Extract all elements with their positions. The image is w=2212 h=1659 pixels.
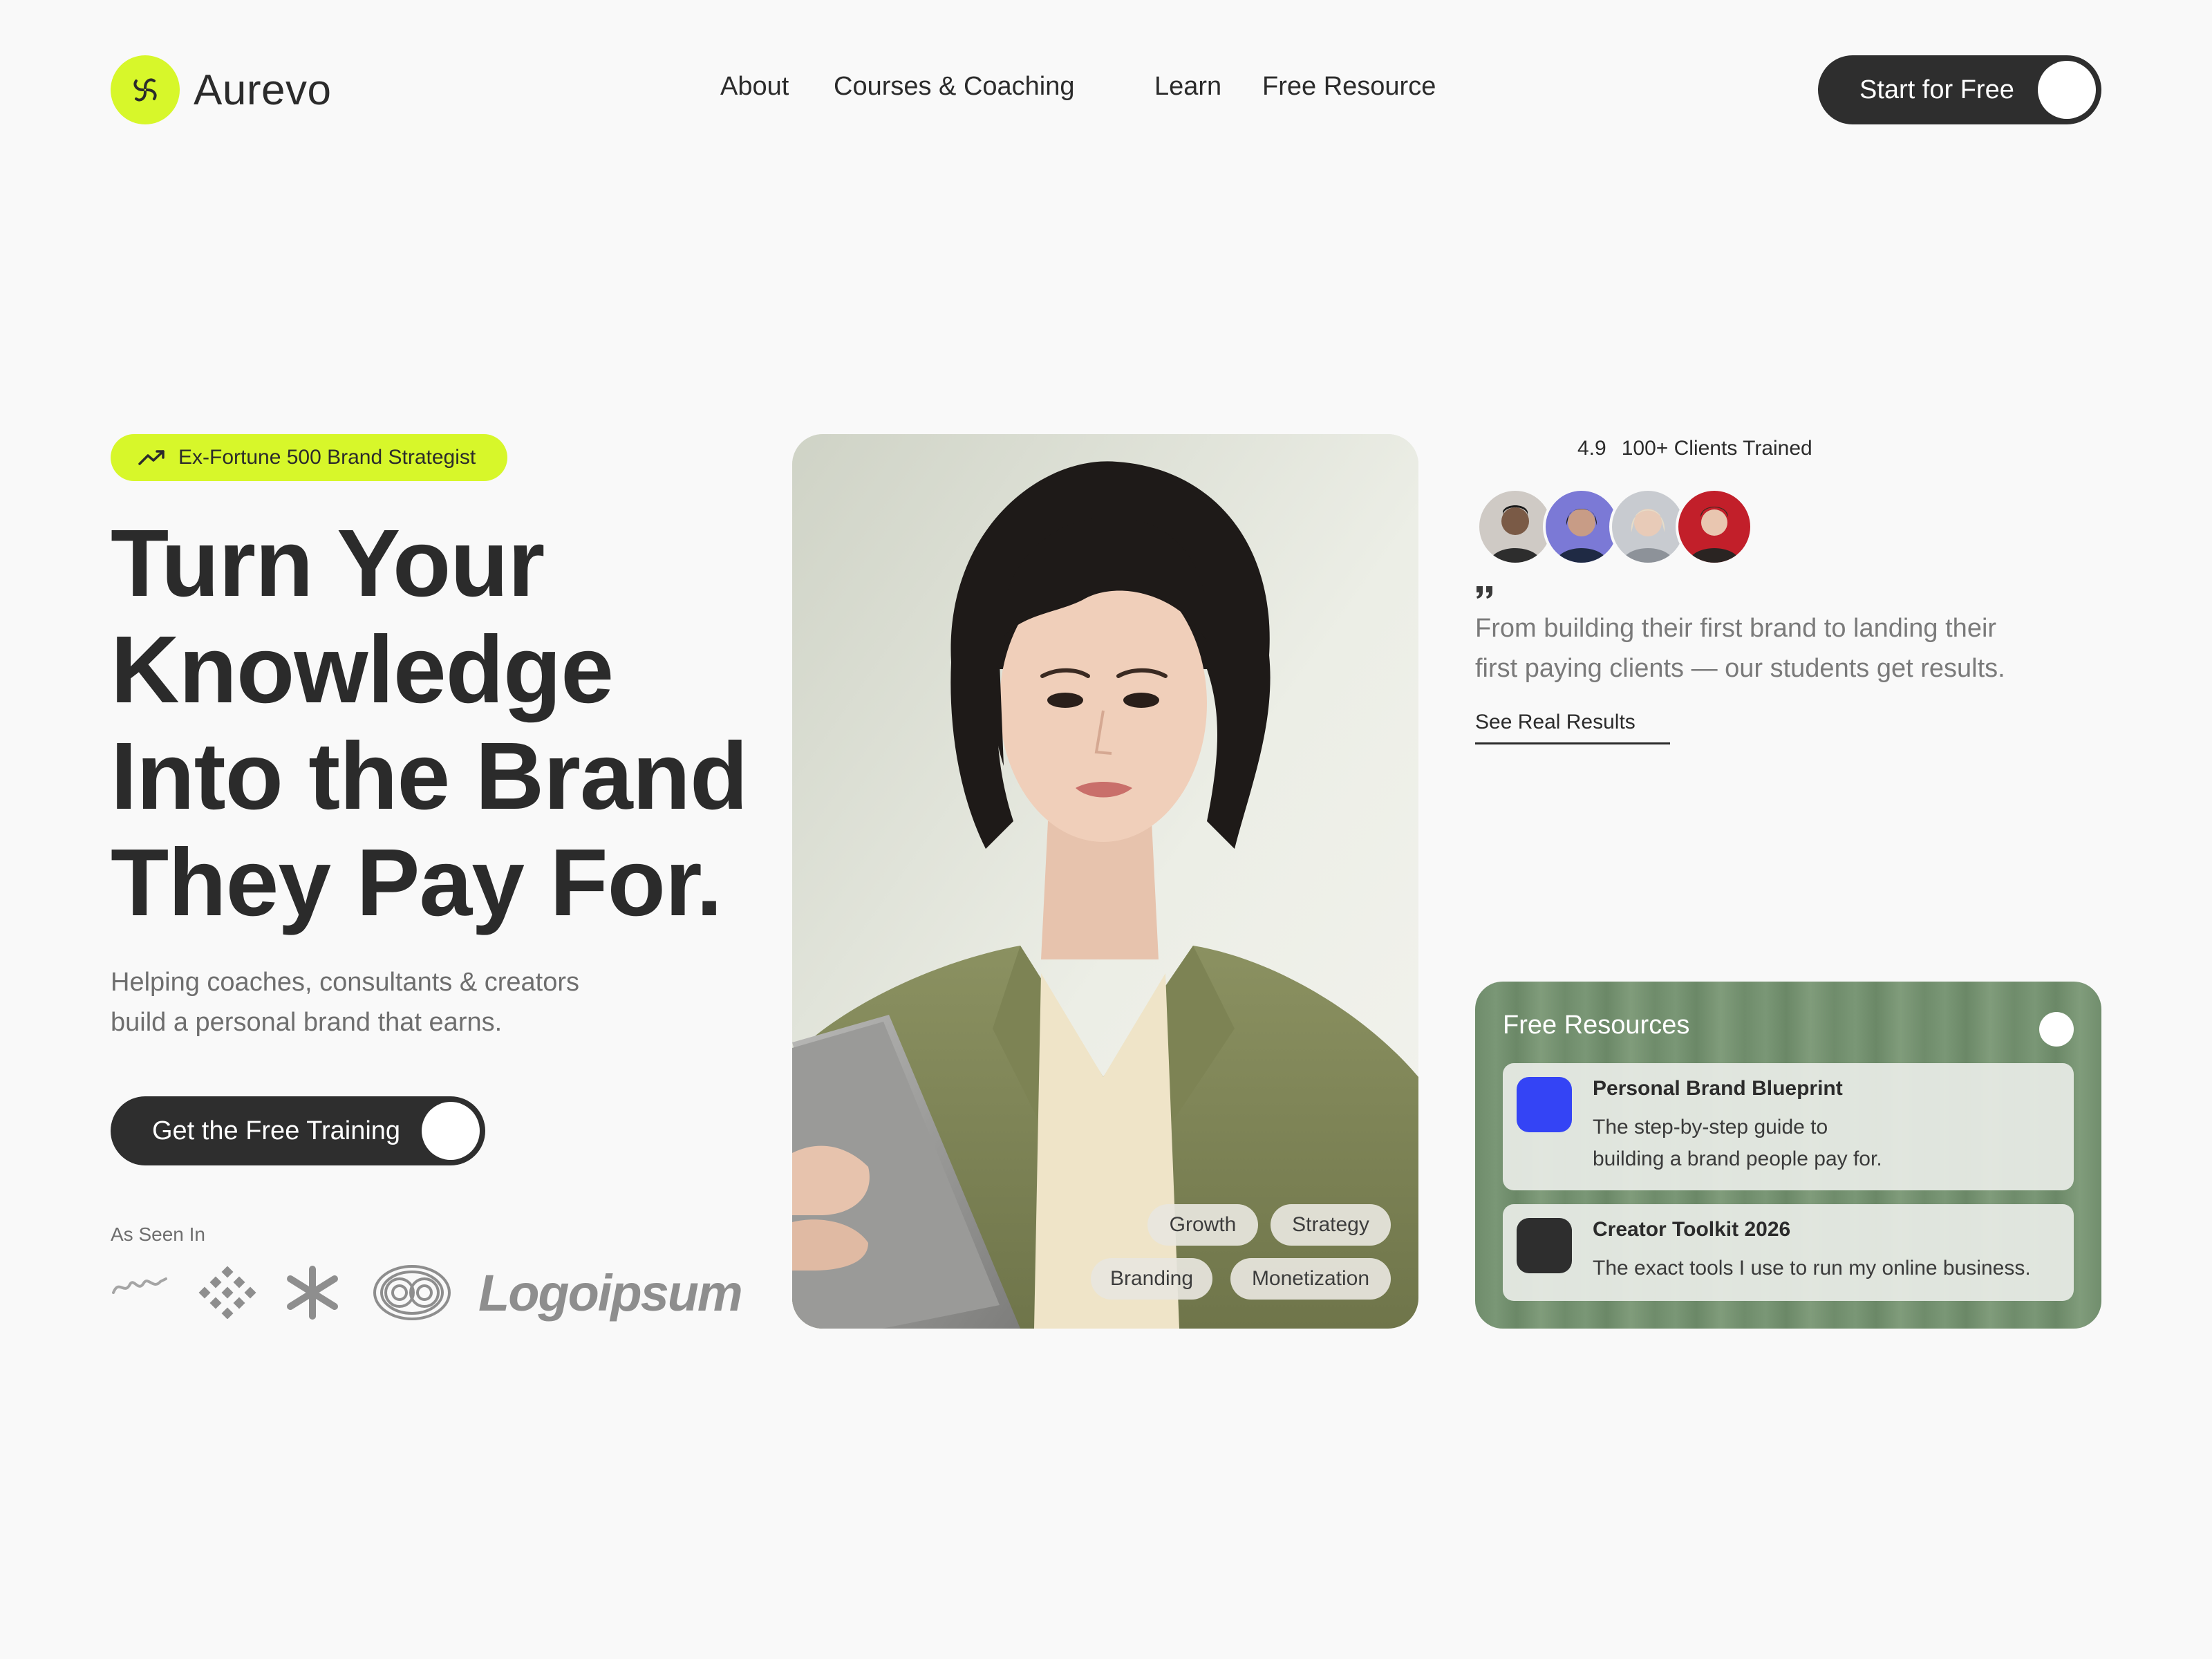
free-resources-title: Free Resources xyxy=(1503,1011,1690,1040)
testimonial-line: first paying clients — our students get … xyxy=(1475,654,2005,683)
avatar xyxy=(1676,488,1753,565)
resource-title: Personal Brand Blueprint xyxy=(1593,1077,1843,1100)
hero-portrait-photo: Growth Strategy Branding Monetization xyxy=(792,434,1418,1329)
badge-label: Ex-Fortune 500 Brand Strategist xyxy=(178,446,476,469)
tag-growth[interactable]: Growth xyxy=(1147,1204,1258,1246)
nav-link-learn[interactable]: Learn xyxy=(1154,72,1221,102)
resource-item-creator-toolkit[interactable]: Creator Toolkit 2026 The exact tools I u… xyxy=(1503,1204,2074,1301)
headline-line: They Pay For. xyxy=(111,830,722,936)
logoipsum-logo: Logoipsum xyxy=(478,1264,743,1322)
get-free-training-label: Get the Free Training xyxy=(152,1116,401,1145)
diamond-cluster-logo-icon xyxy=(196,1266,259,1322)
nav-link-about[interactable]: About xyxy=(720,72,789,102)
resource-description: The step-by-step guide to building a bra… xyxy=(1593,1112,2049,1175)
brand-logo[interactable]: Aurevo xyxy=(111,55,331,124)
get-free-training-button[interactable]: Get the Free Training xyxy=(111,1096,485,1165)
clients-count: 100+ Clients Trained xyxy=(1621,437,1812,460)
as-seen-in-label: As Seen In xyxy=(111,1224,205,1245)
headline-line: Into the Brand xyxy=(111,723,748,830)
portrait-illustration xyxy=(792,434,1418,1329)
credential-badge: Ex-Fortune 500 Brand Strategist xyxy=(111,434,507,481)
swirl-logo-icon xyxy=(111,55,180,124)
free-resources-card: Free Resources Personal Brand Blueprint … xyxy=(1475,982,2101,1329)
nav-link-free-resource[interactable]: Free Resource xyxy=(1262,72,1436,102)
button-knob xyxy=(422,1102,480,1160)
rating-value: 4.9 xyxy=(1577,437,1606,460)
testimonial-text: From building their first brand to landi… xyxy=(1475,608,2097,688)
headline-line: Knowledge xyxy=(111,617,614,723)
resource-description-line: building a brand people pay for. xyxy=(1593,1147,1882,1170)
resource-item-brand-blueprint[interactable]: Personal Brand Blueprint The step-by-ste… xyxy=(1503,1063,2074,1190)
asterisk-logo-icon xyxy=(281,1265,344,1324)
nav-link-courses-coaching[interactable]: Courses & Coaching xyxy=(834,72,1075,102)
hero-subtext: Helping coaches, consultants & creators … xyxy=(111,962,650,1042)
brand-name: Aurevo xyxy=(194,66,332,114)
quote-icon xyxy=(1475,585,1494,603)
hero-headline: Turn Your Knowledge Into the Brand They … xyxy=(111,510,760,936)
dark-square-icon xyxy=(1517,1218,1572,1273)
logoipsum-wordmark: Logoipsum xyxy=(478,1264,743,1322)
card-toggle-dot[interactable] xyxy=(2039,1012,2074,1047)
infinity-loop-logo-icon xyxy=(372,1262,452,1327)
tag-monetization[interactable]: Monetization xyxy=(1230,1258,1391,1300)
button-knob xyxy=(2038,61,2096,119)
start-for-free-label: Start for Free xyxy=(1859,75,2014,104)
script-logo-icon xyxy=(111,1272,169,1303)
rating-stats: 4.9 100+ Clients Trained xyxy=(1577,437,1828,460)
blue-square-icon xyxy=(1517,1077,1572,1132)
resource-description: The exact tools I use to run my online b… xyxy=(1593,1253,2063,1284)
trending-up-icon xyxy=(138,450,165,465)
start-for-free-button[interactable]: Start for Free xyxy=(1818,55,2101,124)
subtext-line: Helping coaches, consultants & creators xyxy=(111,968,580,997)
see-real-results-link[interactable]: See Real Results xyxy=(1475,711,1670,744)
testimonial-line: From building their first brand to landi… xyxy=(1475,614,1997,643)
subtext-line: build a personal brand that earns. xyxy=(111,1008,503,1037)
tag-strategy[interactable]: Strategy xyxy=(1271,1204,1391,1246)
tag-branding[interactable]: Branding xyxy=(1091,1258,1212,1300)
headline-line: Turn Your xyxy=(111,510,545,617)
resource-description-line: The step-by-step guide to xyxy=(1593,1116,1828,1138)
resource-description-line: The exact tools I use to run my online b… xyxy=(1593,1257,2031,1280)
resource-title: Creator Toolkit 2026 xyxy=(1593,1218,1791,1241)
